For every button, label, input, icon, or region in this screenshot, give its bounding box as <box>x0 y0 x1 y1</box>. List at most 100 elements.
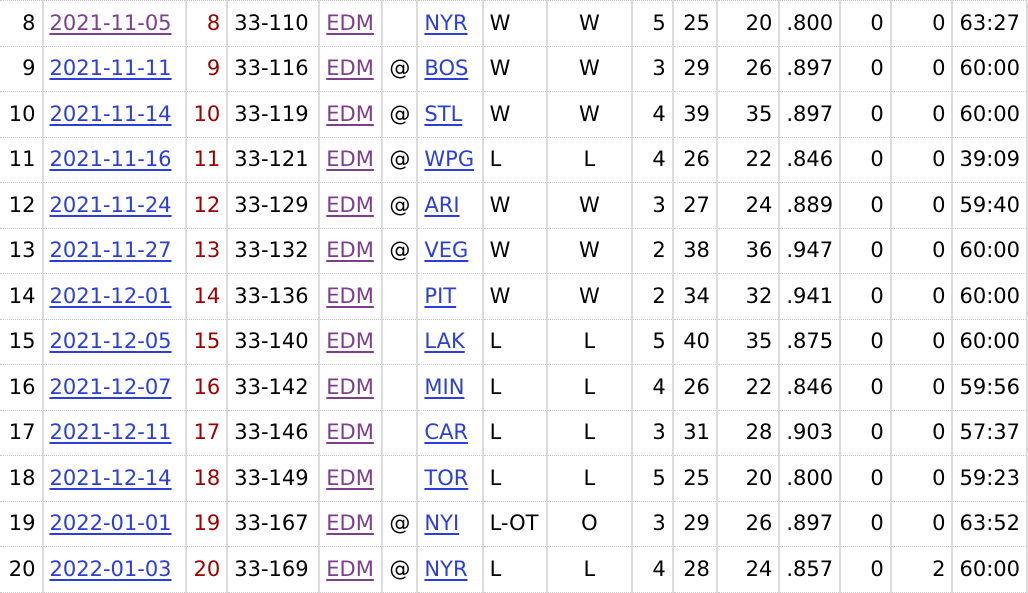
shots-against-cell: 28 <box>671 546 718 593</box>
opponent-cell: MIN <box>416 364 484 411</box>
team-link[interactable]: EDM <box>326 329 374 353</box>
opponent-link[interactable]: CAR <box>424 420 468 444</box>
shutouts-cell: 0 <box>839 91 892 138</box>
team-link[interactable]: EDM <box>326 147 374 171</box>
shutouts-cell: 0 <box>839 546 892 593</box>
opponent-link[interactable]: WPG <box>424 147 474 171</box>
goals-against-cell: 4 <box>630 136 674 183</box>
rank-cell: 11 <box>0 136 44 183</box>
opponent-link[interactable]: BOS <box>424 56 468 80</box>
goals-against-cell: 2 <box>630 227 674 274</box>
opponent-cell: WPG <box>416 136 484 183</box>
goals-against-cell: 3 <box>630 182 674 229</box>
result-cell: W <box>481 0 548 47</box>
date-link[interactable]: 2022-01-03 <box>50 557 172 581</box>
opponent-link[interactable]: LAK <box>424 329 464 353</box>
save-pct-cell: .875 <box>778 318 842 365</box>
date-link[interactable]: 2021-12-05 <box>50 329 172 353</box>
team-link[interactable]: EDM <box>326 375 374 399</box>
opponent-link[interactable]: TOR <box>424 466 468 490</box>
shots-against-cell: 29 <box>671 45 718 92</box>
goals-against-cell: 3 <box>630 45 674 92</box>
result-cell: W <box>481 273 548 320</box>
result-cell: L <box>481 409 548 456</box>
date-link[interactable]: 2021-11-05 <box>50 11 172 35</box>
result-cell: L <box>481 364 548 411</box>
team-link[interactable]: EDM <box>326 420 374 444</box>
opponent-link[interactable]: PIT <box>424 284 456 308</box>
team-link[interactable]: EDM <box>326 193 374 217</box>
game-number-cell: 18 <box>184 455 229 502</box>
opponent-cell: BOS <box>416 45 484 92</box>
goals-against-cell: 3 <box>630 409 674 456</box>
rank-cell: 20 <box>0 546 44 593</box>
age-cell: 33-121 <box>226 136 321 183</box>
opponent-cell: NYI <box>416 500 484 547</box>
toi-cell: 60:00 <box>951 45 1028 92</box>
opponent-link[interactable]: ARI <box>424 193 459 217</box>
shots-against-cell: 31 <box>671 409 718 456</box>
team-link[interactable]: EDM <box>326 466 374 490</box>
opponent-cell: NYR <box>416 546 484 593</box>
pim-cell: 0 <box>889 273 954 320</box>
location-cell: @ <box>381 546 419 593</box>
opponent-link[interactable]: STL <box>424 102 462 126</box>
date-link[interactable]: 2021-11-16 <box>50 147 172 171</box>
game-number-cell: 9 <box>184 45 229 92</box>
date-link[interactable]: 2021-11-14 <box>50 102 172 126</box>
date-cell: 2021-12-14 <box>41 455 187 502</box>
team-link[interactable]: EDM <box>326 11 374 35</box>
team-link[interactable]: EDM <box>326 238 374 262</box>
location-cell <box>381 409 419 456</box>
table-row: 8 2021-11-05 8 33-110 EDM NYR W W 5 25 2… <box>0 0 1028 47</box>
age-cell: 33-132 <box>226 227 321 274</box>
team-link[interactable]: EDM <box>326 557 374 581</box>
rank-cell: 18 <box>0 455 44 502</box>
team-cell: EDM <box>318 0 384 47</box>
team-link[interactable]: EDM <box>326 284 374 308</box>
opponent-link[interactable]: VEG <box>424 238 468 262</box>
pim-cell: 0 <box>889 91 954 138</box>
team-link[interactable]: EDM <box>326 511 374 535</box>
rank-cell: 10 <box>0 91 44 138</box>
goals-against-cell: 2 <box>630 273 674 320</box>
game-number-cell: 16 <box>184 364 229 411</box>
age-cell: 33-140 <box>226 318 321 365</box>
game-log-body: 8 2021-11-05 8 33-110 EDM NYR W W 5 25 2… <box>0 0 1028 593</box>
table-row: 20 2022-01-03 20 33-169 EDM @ NYR L L 4 … <box>0 546 1028 593</box>
age-cell: 33-110 <box>226 0 321 47</box>
location-cell: @ <box>381 45 419 92</box>
pim-cell: 0 <box>889 364 954 411</box>
rank-cell: 13 <box>0 227 44 274</box>
decision-cell: W <box>545 45 633 92</box>
date-link[interactable]: 2021-11-27 <box>50 238 172 262</box>
opponent-link[interactable]: NYI <box>424 511 459 535</box>
decision-cell: L <box>545 136 633 183</box>
date-link[interactable]: 2022-01-01 <box>50 511 172 535</box>
toi-cell: 60:00 <box>951 546 1028 593</box>
table-row: 14 2021-12-01 14 33-136 EDM PIT W W 2 34… <box>0 273 1028 320</box>
decision-cell: L <box>545 409 633 456</box>
date-link[interactable]: 2021-11-24 <box>50 193 172 217</box>
opponent-link[interactable]: MIN <box>424 375 464 399</box>
date-cell: 2021-11-05 <box>41 0 187 47</box>
date-cell: 2022-01-03 <box>41 546 187 593</box>
shots-against-cell: 25 <box>671 0 718 47</box>
date-link[interactable]: 2021-12-07 <box>50 375 172 399</box>
date-cell: 2021-11-11 <box>41 45 187 92</box>
opponent-link[interactable]: NYR <box>424 11 467 35</box>
pim-cell: 0 <box>889 0 954 47</box>
date-link[interactable]: 2021-11-11 <box>50 56 172 80</box>
team-link[interactable]: EDM <box>326 56 374 80</box>
save-pct-cell: .800 <box>778 0 842 47</box>
date-link[interactable]: 2021-12-01 <box>50 284 172 308</box>
decision-cell: W <box>545 273 633 320</box>
date-link[interactable]: 2021-12-11 <box>50 420 172 444</box>
shutouts-cell: 0 <box>839 227 892 274</box>
shutouts-cell: 0 <box>839 273 892 320</box>
team-link[interactable]: EDM <box>326 102 374 126</box>
date-link[interactable]: 2021-12-14 <box>50 466 172 490</box>
pim-cell: 0 <box>889 500 954 547</box>
opponent-link[interactable]: NYR <box>424 557 467 581</box>
location-cell <box>381 364 419 411</box>
